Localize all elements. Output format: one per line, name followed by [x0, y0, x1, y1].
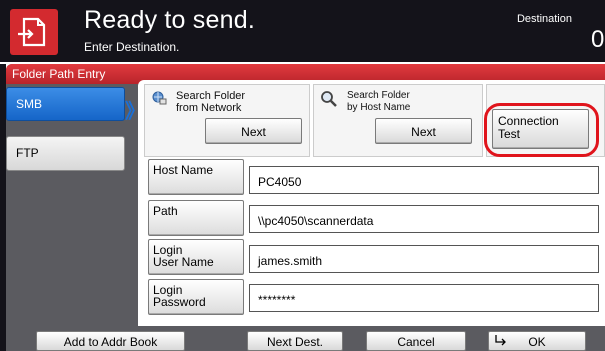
login-password-field[interactable]: ******** [249, 284, 599, 312]
host-name-field[interactable]: PC4050 [249, 166, 599, 194]
tab-ftp-label: FTP [16, 146, 39, 160]
search-network-next-button[interactable]: Next [205, 118, 302, 144]
destination-label: Destination [516, 13, 572, 25]
ok-button[interactable]: OK [488, 331, 586, 351]
page-subtitle: Enter Destination. [84, 40, 180, 54]
network-folder-icon [151, 90, 167, 111]
tab-smb-label: SMB [16, 97, 43, 111]
search-network-line2: from Network [176, 102, 242, 114]
path-button[interactable]: Path [148, 200, 244, 236]
search-network-line1: Search Folder [176, 90, 246, 102]
next-dest-button[interactable]: Next Dest. [247, 331, 343, 351]
search-host-line1: Search Folder [347, 90, 410, 101]
header-bar: Ready to send. Enter Destination. Destin… [0, 0, 605, 62]
add-to-addr-book-button[interactable]: Add to Addr Book [36, 331, 185, 351]
login-user-name-field[interactable]: james.smith [249, 245, 599, 273]
selected-tab-arrow-icon: 》 [125, 101, 145, 123]
login-password-label-line2: Password [153, 295, 206, 309]
cancel-button[interactable]: Cancel [366, 331, 466, 351]
destination-count: 0 [591, 26, 605, 53]
magnifier-icon [320, 90, 338, 113]
page-title: Ready to send. [84, 6, 255, 34]
path-label: Path [153, 204, 178, 218]
login-password-button[interactable]: Login Password [148, 279, 244, 315]
tab-ftp[interactable]: FTP [6, 136, 125, 171]
login-user-name-label-line2: User Name [153, 255, 214, 269]
login-user-name-button[interactable]: Login User Name [148, 239, 244, 275]
host-name-label: Host Name [153, 163, 214, 177]
path-field[interactable]: \\pc4050\scannerdata [249, 205, 599, 233]
host-name-button[interactable]: Host Name [148, 159, 244, 195]
ok-label: OK [528, 335, 546, 349]
highlight-ring [484, 103, 599, 157]
enter-icon [495, 334, 507, 349]
search-host-line2: by Host Name [347, 102, 411, 113]
search-host-next-button[interactable]: Next [375, 118, 472, 144]
tab-smb[interactable]: SMB [6, 87, 125, 121]
send-document-icon [10, 9, 58, 55]
